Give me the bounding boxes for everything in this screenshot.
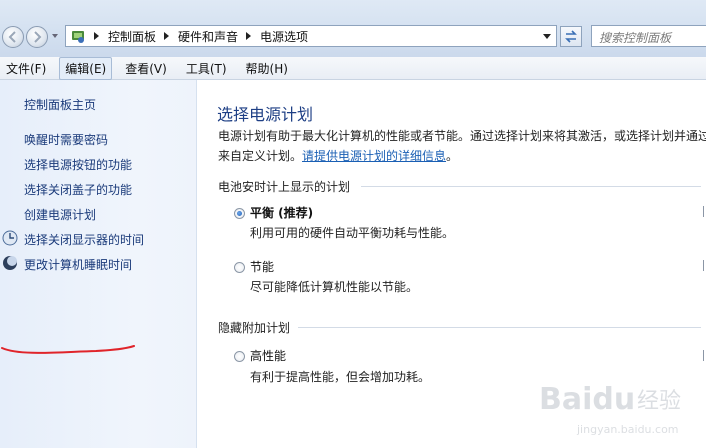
search-input[interactable]: 搜索控制面板	[591, 25, 706, 47]
menu-tools[interactable]: 工具(T)	[180, 57, 233, 80]
hidden-plans-heading: 隐藏附加计划	[218, 321, 291, 335]
breadcrumb-power-options[interactable]: 电源选项	[260, 28, 308, 45]
sleep-moon-icon	[2, 255, 18, 271]
breadcrumb-separator-icon[interactable]	[94, 32, 99, 40]
menu-bar: 文件(F) 编辑(E) 查看(V) 工具(T) 帮助(H)	[0, 56, 706, 80]
sidebar-item-create-plan[interactable]: 创建电源计划	[24, 206, 96, 223]
task-pane: 控制面板主页 唤醒时需要密码 选择电源按钮的功能 选择关闭盖子的功能 创建电源计…	[0, 80, 197, 448]
watermark-logo: Baidu	[539, 382, 635, 417]
divider	[298, 327, 701, 328]
sidebar-item-control-panel-home[interactable]: 控制面板主页	[24, 96, 96, 113]
forward-button[interactable]	[26, 26, 48, 48]
change-settings-link-edge[interactable]	[703, 350, 704, 361]
red-underline-annotation	[1, 345, 135, 354]
sidebar-item-change-sleep[interactable]: 更改计算机睡眠时间	[24, 256, 132, 273]
page-description: 电源计划有助于最大化计算机的性能或者节能。通过选择计划来将其激活，或选择计划并通…	[218, 126, 706, 166]
refresh-icon	[565, 30, 577, 43]
page-title: 选择电源计划	[217, 105, 314, 124]
plan-balanced-radio[interactable]	[234, 208, 245, 219]
sidebar-item-close-lid[interactable]: 选择关闭盖子的功能	[24, 181, 132, 198]
watermark-suffix: 经验	[637, 389, 681, 414]
arrow-right-icon	[34, 31, 42, 43]
plan-power-saver-label[interactable]: 节能	[250, 258, 274, 275]
back-button[interactable]	[2, 26, 24, 48]
menu-file[interactable]: 文件(F)	[0, 57, 52, 80]
sidebar-item-require-password[interactable]: 唤醒时需要密码	[24, 131, 108, 148]
description-line-1: 电源计划有助于最大化计算机的性能或者节能。通过选择计划来将其激活，或选择计划并通…	[218, 129, 706, 143]
control-panel-icon	[70, 28, 86, 44]
sidebar-item-power-buttons[interactable]: 选择电源按钮的功能	[24, 156, 132, 173]
recent-pages-dropdown[interactable]	[52, 34, 58, 38]
description-prefix: 来自定义计划。	[218, 149, 303, 163]
plan-details-link[interactable]: 请提供电源计划的详细信息	[302, 149, 446, 163]
plan-high-performance-label[interactable]: 高性能	[250, 347, 286, 364]
display-timer-icon	[2, 230, 18, 246]
description-suffix: 。	[446, 149, 459, 163]
description-line-2: 来自定义计划。请提供电源计划的详细信息。	[218, 146, 706, 166]
plan-balanced-label[interactable]: 平衡 (推荐)	[250, 204, 313, 221]
address-box[interactable]: 控制面板 硬件和声音 电源选项	[65, 25, 557, 47]
address-toolbar: 控制面板 硬件和声音 电源选项 搜索控制面板	[0, 0, 706, 57]
plan-power-saver-description: 尽可能降低计算机性能以节能。	[250, 280, 419, 294]
plan-balanced-description: 利用可用的硬件自动平衡功耗与性能。	[250, 226, 455, 240]
address-dropdown-icon[interactable]	[543, 34, 551, 39]
breadcrumb-hardware-sound[interactable]: 硬件和声音	[178, 28, 238, 45]
baidu-jingyan-watermark: Baidu 经验 jingyan.baidu.com	[539, 382, 681, 436]
plan-power-saver-radio[interactable]	[234, 262, 245, 273]
arrow-left-icon	[8, 31, 16, 43]
plan-high-performance-radio[interactable]	[234, 351, 245, 362]
battery-plans-heading: 电池安时计上显示的计划	[218, 180, 351, 194]
menu-help[interactable]: 帮助(H)	[240, 57, 294, 80]
menu-view[interactable]: 查看(V)	[119, 57, 173, 80]
watermark-url: jingyan.baidu.com	[576, 423, 679, 436]
change-settings-link-edge[interactable]	[703, 206, 704, 217]
refresh-button[interactable]	[560, 26, 582, 47]
menu-edit[interactable]: 编辑(E)	[59, 56, 113, 80]
breadcrumb-separator-icon[interactable]	[164, 32, 170, 40]
breadcrumb-separator-icon[interactable]	[246, 32, 252, 40]
divider	[361, 186, 701, 187]
change-settings-link-edge[interactable]	[703, 260, 704, 271]
sidebar-item-turn-off-display[interactable]: 选择关闭显示器的时间	[24, 231, 144, 248]
breadcrumb-control-panel[interactable]: 控制面板	[108, 28, 156, 45]
breadcrumb: 控制面板 硬件和声音 电源选项	[86, 28, 308, 45]
plan-high-performance-description: 有利于提高性能，但会增加功耗。	[250, 370, 431, 384]
